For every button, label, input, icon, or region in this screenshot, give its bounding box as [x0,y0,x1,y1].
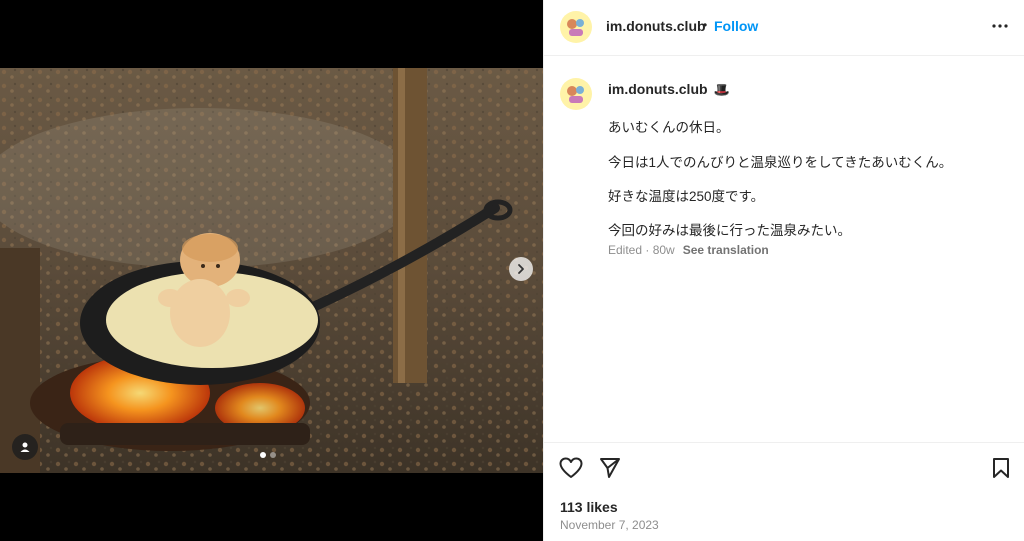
caption-line: 今回の好みは最後に行った温泉みたい。 [608,223,851,238]
post-actions: 113 likes November 7, 2023 [544,442,1024,541]
heart-icon [559,457,583,478]
carousel-dot [270,452,276,458]
carousel-indicator [260,452,276,458]
profile-avatar-icon [567,19,584,36]
chevron-right-icon [518,264,524,274]
post-date[interactable]: November 7, 2023 [560,518,659,532]
caption-line: 好きな温度は250度です。 [608,189,765,204]
hat-emoji-icon: 🎩 [713,82,730,97]
save-button[interactable] [988,455,1014,481]
caption-username[interactable]: im.donuts.club [608,81,708,97]
likes-count[interactable]: 113 likes [560,499,618,515]
tagged-users-button[interactable] [12,434,38,460]
caption-avatar[interactable] [560,78,592,110]
header-username[interactable]: im.donuts.club [606,18,706,34]
like-button[interactable] [558,455,584,481]
post-photo[interactable] [0,68,543,473]
caption-meta: Edited · 80w See translation [608,243,769,257]
share-button[interactable] [597,455,623,481]
see-translation-link[interactable]: See translation [683,243,769,257]
edited-timestamp: Edited · 80w [608,243,675,257]
campfire-pan-illustration [0,68,543,473]
send-icon [600,458,620,478]
follow-button[interactable]: Follow [714,18,758,34]
bookmark-icon [993,458,1009,478]
caption-username-row: im.donuts.club 🎩 [608,81,730,98]
caption-line: 今日は1人でのんびりと温泉巡りをしてきたあいむくん。 [608,155,953,170]
more-horizontal-icon [992,24,1008,28]
carousel-next-button[interactable] [509,257,533,281]
carousel-dot-active [260,452,266,458]
user-tag-icon [20,442,30,452]
post-sidebar: im.donuts.club • Follow im.donuts.club 🎩 … [543,0,1024,541]
caption-line: あいむくんの休日。 [608,120,730,135]
header-separator: • [703,18,708,32]
post-header: im.donuts.club • Follow [544,0,1024,56]
profile-avatar-icon [567,86,584,103]
more-options-button[interactable] [988,14,1012,38]
post-media-pane [0,0,543,541]
avatar[interactable] [560,11,592,43]
